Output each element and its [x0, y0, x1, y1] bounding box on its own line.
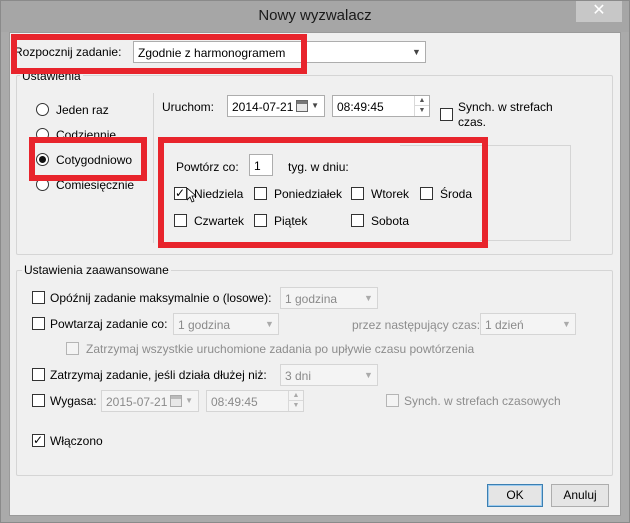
radio-once-label: Jeden raz: [56, 103, 109, 117]
expire-date-picker[interactable]: 2015-07-21 ▼: [101, 390, 199, 412]
ok-button[interactable]: OK: [487, 484, 543, 507]
chevron-down-icon: ▼: [364, 370, 373, 380]
stop-if-select[interactable]: 3 dni ▼: [280, 364, 378, 386]
chevron-down-icon: ▼: [364, 293, 373, 303]
start-label: Uruchom:: [162, 100, 215, 114]
stop-if-value: 3 dni: [285, 369, 312, 383]
dialog-client: Rozpocznij zadanie: Zgodnie z harmonogra…: [9, 32, 621, 516]
recur-separator-right: [570, 145, 571, 241]
expire-time-field[interactable]: 08:49:45 ▲ ▼: [206, 390, 304, 412]
expire-checkbox[interactable]: [32, 394, 45, 407]
calendar-icon: [170, 395, 182, 407]
stop-if-checkbox[interactable]: [32, 368, 45, 381]
settings-separator: [153, 93, 154, 243]
close-icon: ✕: [592, 2, 606, 19]
delay-value: 1 godzina: [285, 292, 338, 306]
start-date-value: 2014-07-21: [232, 100, 294, 114]
highlight-box-weekly: [29, 137, 147, 181]
repeat-value: 1 godzina: [178, 318, 231, 332]
highlight-box-days: [158, 137, 488, 248]
repeat-select[interactable]: 1 godzina ▼: [173, 313, 279, 335]
sync-timezones-checkbox[interactable]: [440, 108, 453, 121]
recur-separator-bottom: [480, 240, 571, 241]
sync-timezones-label: Synch. w strefach czas.: [458, 100, 553, 130]
cancel-button[interactable]: Anuluj: [551, 484, 609, 507]
expire-label: Wygasa:: [50, 394, 97, 408]
chevron-down-icon: ▼: [265, 319, 274, 329]
window-title: Nowy wyzwalacz: [258, 7, 372, 24]
sync-timezones-line1: Synch. w strefach: [458, 100, 553, 114]
title-bar[interactable]: Nowy wyzwalacz ✕: [1, 1, 629, 32]
highlight-box-start-task: [11, 34, 307, 74]
stop-all-label: Zatrzymaj wszystkie uruchomione zadania …: [86, 342, 475, 356]
spin-up-icon[interactable]: ▲: [415, 96, 429, 106]
expire-time-spinner[interactable]: ▲ ▼: [288, 391, 303, 411]
close-button[interactable]: ✕: [576, 1, 622, 22]
expire-sync-checkbox[interactable]: [386, 394, 399, 407]
repeat-checkbox[interactable]: [32, 317, 45, 330]
delay-checkbox[interactable]: [32, 291, 45, 304]
delay-label: Opóźnij zadanie maksymalnie o (losowe):: [50, 291, 272, 305]
stop-if-label: Zatrzymaj zadanie, jeśli działa dłużej n…: [50, 368, 267, 382]
expire-date-value: 2015-07-21: [106, 395, 168, 409]
radio-once[interactable]: [36, 103, 49, 116]
start-time-value: 08:49:45: [337, 100, 384, 114]
dialog-window: Nowy wyzwalacz ✕ Rozpocznij zadanie: Zgo…: [0, 0, 630, 523]
chevron-down-icon: ▼: [311, 101, 319, 110]
start-date-picker[interactable]: 2014-07-21 ▼: [227, 95, 325, 117]
sync-timezones-line2: czas.: [458, 115, 487, 129]
start-time-spinner[interactable]: ▲ ▼: [414, 96, 429, 116]
expire-sync-label: Synch. w strefach czasowych: [404, 394, 561, 408]
repeat-label: Powtarzaj zadanie co:: [50, 317, 168, 331]
expire-time-value: 08:49:45: [211, 395, 258, 409]
calendar-icon: [296, 100, 308, 112]
advanced-group-title: Ustawienia zaawansowane: [22, 263, 171, 277]
delay-select[interactable]: 1 godzina ▼: [280, 287, 378, 309]
spin-down-icon[interactable]: ▼: [415, 106, 429, 116]
spin-down-icon[interactable]: ▼: [289, 401, 303, 411]
chevron-down-icon: ▼: [562, 319, 571, 329]
duration-value: 1 dzień: [485, 318, 524, 332]
chevron-down-icon: ▼: [185, 396, 193, 405]
stop-all-checkbox[interactable]: [66, 342, 79, 355]
duration-label: przez następujący czas:: [352, 318, 481, 332]
spin-up-icon[interactable]: ▲: [289, 391, 303, 401]
start-time-field[interactable]: 08:49:45 ▲ ▼: [332, 95, 430, 117]
enabled-label: Włączono: [50, 434, 103, 448]
chevron-down-icon: ▼: [412, 47, 421, 57]
duration-select[interactable]: 1 dzień ▼: [480, 313, 576, 335]
enabled-checkbox[interactable]: [32, 434, 45, 447]
